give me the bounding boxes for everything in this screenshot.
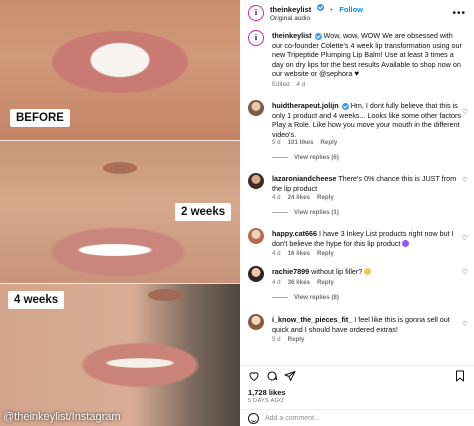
follow-button[interactable]: Follow <box>339 5 363 14</box>
comment-text: without lip filler? <box>311 267 363 276</box>
comment-time: 4 d <box>272 250 281 257</box>
comment-username[interactable]: happy.cat666 <box>272 229 317 238</box>
avatar[interactable] <box>248 314 264 330</box>
caption-time: 4 d <box>296 81 306 88</box>
avatar[interactable] <box>248 5 264 21</box>
verified-icon <box>314 32 322 40</box>
avatar[interactable] <box>248 100 264 116</box>
action-bar <box>240 365 474 383</box>
view-replies-button[interactable]: View replies (6) <box>272 154 339 161</box>
share-icon[interactable] <box>284 370 296 382</box>
view-replies-button[interactable]: View replies (1) <box>272 209 339 216</box>
before-label: BEFORE <box>10 109 70 127</box>
bookmark-icon[interactable] <box>454 370 466 382</box>
four-weeks-label: 4 weeks <box>8 291 65 309</box>
comment-meta: 4 d 16 likes Reply <box>272 250 341 257</box>
reply-button[interactable]: Reply <box>317 279 334 286</box>
comment-likes[interactable]: 16 likes <box>288 250 310 257</box>
header-username[interactable]: theinkeylist <box>270 5 311 14</box>
comment-meta: 4 d 36 likes Reply <box>272 279 341 286</box>
reply-button[interactable]: Reply <box>317 194 334 201</box>
edited-label: Edited <box>272 81 290 88</box>
emoji-icon <box>402 239 410 247</box>
like-count[interactable]: 1,728 likes <box>248 388 286 397</box>
like-comment-icon[interactable]: ♡ <box>462 108 468 116</box>
caption-meta: Edited 4 d <box>272 81 312 88</box>
reply-button[interactable]: Reply <box>317 250 334 257</box>
before-after-photos: BEFORE 2 weeks 4 weeks @theinkeylist/Ins… <box>0 0 240 426</box>
reply-button[interactable]: Reply <box>320 139 337 146</box>
comment-meta: 4 d 24 likes Reply <box>272 194 341 201</box>
comment-username[interactable]: i_know_the_pieces_fit_ <box>272 315 352 324</box>
comment-input[interactable] <box>265 414 455 422</box>
avatar[interactable] <box>248 266 264 282</box>
separator-dot: • <box>330 5 333 14</box>
like-comment-icon[interactable]: ♡ <box>462 176 468 184</box>
heart-emoji-icon <box>354 69 361 79</box>
photo-credit: @theinkeylist/Instagram <box>3 411 121 423</box>
comment-username[interactable]: huidtherapeut.jolijn <box>272 101 339 110</box>
photo-divider <box>0 283 240 284</box>
comment-likes[interactable]: 24 likes <box>288 194 310 201</box>
comment-time: 5 d <box>272 336 281 343</box>
reply-button[interactable]: Reply <box>288 336 305 343</box>
verified-icon <box>316 4 324 12</box>
post-date: 5 DAYS AGO <box>248 398 284 404</box>
post-panel: theinkeylist • Follow Original audio •••… <box>240 0 474 426</box>
comment-meta: 5 d 101 likes Reply <box>272 139 344 146</box>
avatar[interactable] <box>248 228 264 244</box>
comment-time: 4 d <box>272 279 281 286</box>
comment-icon[interactable] <box>266 370 278 382</box>
comment-likes[interactable]: 101 likes <box>288 139 314 146</box>
comment-username[interactable]: rachie7899 <box>272 267 309 276</box>
heart-icon[interactable] <box>248 370 260 382</box>
like-comment-icon[interactable]: ♡ <box>462 320 468 328</box>
like-comment-icon[interactable]: ♡ <box>462 268 468 276</box>
comment-meta: 5 d Reply <box>272 336 311 343</box>
audio-label[interactable]: Original audio <box>270 14 363 23</box>
avatar[interactable] <box>248 173 264 189</box>
like-comment-icon[interactable]: ♡ <box>462 234 468 242</box>
comment-composer <box>240 409 474 426</box>
comment-time: 5 d <box>272 139 281 146</box>
emoji-icon <box>364 268 372 275</box>
view-replies-button[interactable]: View replies (8) <box>272 294 339 301</box>
caption-username[interactable]: theinkeylist <box>272 31 312 40</box>
verified-icon <box>341 102 349 110</box>
emoji-icon[interactable] <box>248 412 259 424</box>
comment-time: 4 d <box>272 194 281 201</box>
photo-divider <box>0 140 240 141</box>
comment-username[interactable]: lazaroniandcheese <box>272 174 336 183</box>
post-header: theinkeylist • Follow Original audio ••• <box>240 0 474 26</box>
avatar[interactable] <box>248 30 264 46</box>
two-weeks-label: 2 weeks <box>175 203 232 221</box>
comment-likes[interactable]: 36 likes <box>288 279 310 286</box>
more-icon[interactable]: ••• <box>452 8 466 19</box>
